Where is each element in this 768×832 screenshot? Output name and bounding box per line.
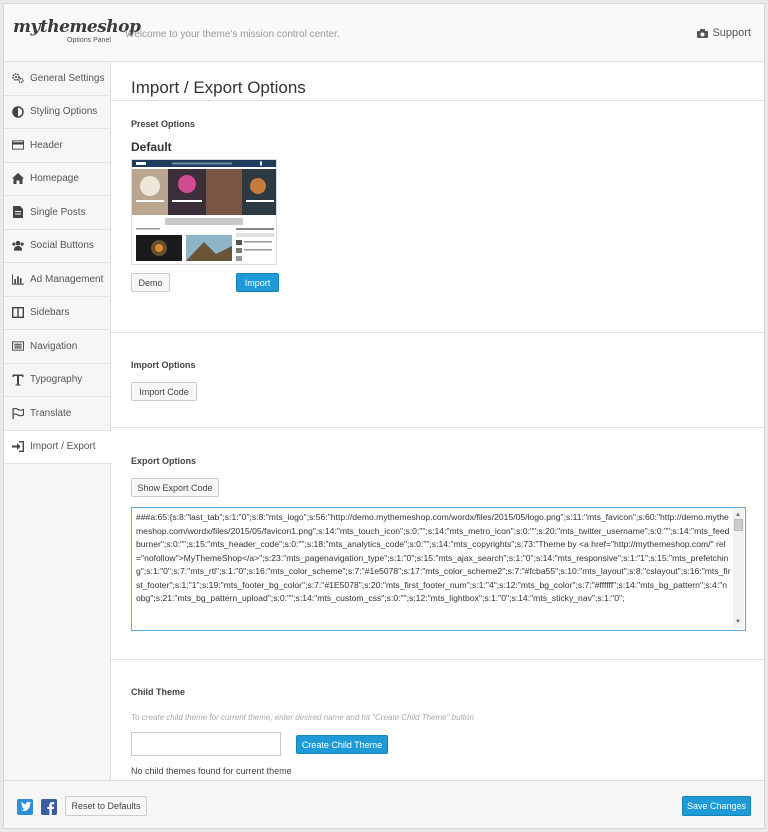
sidebar-item-ad-management[interactable]: Ad Management xyxy=(4,263,110,297)
export-section-label: Export Options xyxy=(131,456,196,466)
reset-to-defaults-button[interactable]: Reset to Defaults xyxy=(65,796,147,816)
import-preset-button[interactable]: Import xyxy=(236,273,279,292)
preset-thumbnail xyxy=(131,159,277,265)
logo-wordmark: mythemeshop xyxy=(13,17,141,37)
sidebar-item-label: Typography xyxy=(30,374,83,386)
scroll-down-icon[interactable]: ▼ xyxy=(735,616,741,630)
columns-icon xyxy=(12,307,24,319)
sidebar-item-label: Sidebars xyxy=(30,307,70,319)
divider xyxy=(111,427,764,428)
sidebar-item-translate[interactable]: Translate xyxy=(4,397,110,431)
flag-icon xyxy=(12,407,24,419)
gears-icon xyxy=(12,72,24,84)
export-code-textarea[interactable]: ###a:65:{s:8:"last_tab";s:1:"0";s:8:"mts… xyxy=(131,507,746,631)
sign-in-icon xyxy=(12,441,24,453)
textarea-scrollbar[interactable]: ▲ ▼ xyxy=(733,509,744,629)
sidebar-item-label: Ad Management xyxy=(30,273,104,285)
sidebar-item-label: Single Posts xyxy=(30,206,86,218)
logo: mythemeshop Options Panel xyxy=(13,17,141,44)
top-bar: mythemeshop Options Panel Welcome to you… xyxy=(4,4,764,62)
demo-button[interactable]: Demo xyxy=(131,273,170,292)
home-icon xyxy=(12,173,24,185)
bar-chart-icon xyxy=(12,273,24,285)
divider xyxy=(111,659,764,660)
sidebar-item-label: Import / Export xyxy=(30,441,96,453)
preset-name: Default xyxy=(131,140,172,154)
contrast-icon xyxy=(12,106,24,118)
facebook-icon[interactable] xyxy=(41,799,57,815)
support-label: Support xyxy=(712,27,751,39)
twitter-icon[interactable] xyxy=(17,799,33,815)
sidebar-item-navigation[interactable]: Navigation xyxy=(4,330,110,364)
show-export-code-button[interactable]: Show Export Code xyxy=(131,478,219,497)
text-icon xyxy=(12,374,24,386)
child-theme-hint: To create child theme for current theme,… xyxy=(131,713,474,722)
divider xyxy=(111,332,764,333)
sidebar-item-header[interactable]: Header xyxy=(4,129,110,163)
create-child-theme-button[interactable]: Create Child Theme xyxy=(296,735,388,754)
sidebar-item-typography[interactable]: Typography xyxy=(4,364,110,397)
child-theme-name-input[interactable] xyxy=(131,732,281,756)
preset-section-label: Preset Options xyxy=(131,119,196,129)
export-code-text: ###a:65:{s:8:"last_tab";s:1:"0";s:8:"mts… xyxy=(136,512,731,603)
sidebar-item-styling-options[interactable]: Styling Options xyxy=(4,96,110,129)
child-theme-section-label: Child Theme xyxy=(131,687,186,697)
import-code-button[interactable]: Import Code xyxy=(131,382,197,401)
sidebar: General Settings Styling Options Header … xyxy=(4,62,111,780)
sidebar-item-import-export[interactable]: Import / Export xyxy=(4,430,111,464)
sidebar-item-label: Header xyxy=(30,139,63,151)
sidebar-item-label: Navigation xyxy=(30,340,78,352)
save-changes-button[interactable]: Save Changes xyxy=(682,796,751,816)
document-icon xyxy=(12,206,24,219)
sidebar-item-label: Homepage xyxy=(30,173,79,185)
main-content: Import / Export Options Preset Options D… xyxy=(111,62,764,780)
scroll-thumb[interactable] xyxy=(734,519,743,531)
support-link[interactable]: Support xyxy=(697,27,751,39)
divider xyxy=(111,100,764,101)
card-icon xyxy=(12,139,24,151)
tagline: Welcome to your theme's mission control … xyxy=(125,29,340,40)
sidebar-item-general-settings[interactable]: General Settings xyxy=(4,62,110,96)
import-section-label: Import Options xyxy=(131,360,196,370)
sidebar-item-label: Translate xyxy=(30,407,72,419)
sidebar-item-label: Styling Options xyxy=(30,106,98,118)
preset-preview-image xyxy=(132,160,276,261)
sidebar-item-homepage[interactable]: Homepage xyxy=(4,163,110,196)
sidebar-item-label: General Settings xyxy=(30,72,105,84)
sidebar-item-sidebars[interactable]: Sidebars xyxy=(4,297,110,330)
camera-icon xyxy=(697,28,709,38)
footer-bar: Reset to Defaults Save Changes xyxy=(4,780,764,828)
sidebar-item-social-buttons[interactable]: Social Buttons xyxy=(4,230,110,263)
menu-icon xyxy=(12,340,24,352)
users-icon xyxy=(12,240,24,252)
sidebar-item-single-posts[interactable]: Single Posts xyxy=(4,196,110,230)
page-title: Import / Export Options xyxy=(131,78,306,97)
options-panel: mythemeshop Options Panel Welcome to you… xyxy=(3,3,765,829)
child-theme-status: No child themes found for current theme xyxy=(131,766,292,776)
logo-subtitle: Options Panel xyxy=(67,37,111,44)
sidebar-item-label: Social Buttons xyxy=(30,240,94,252)
